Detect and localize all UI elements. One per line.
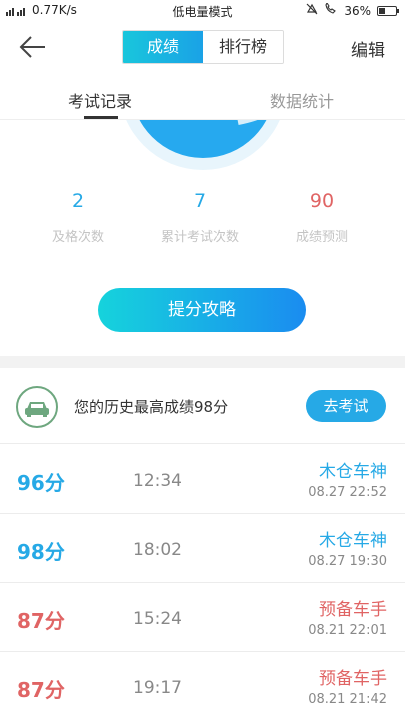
record-date: 08.21 22:01 — [308, 623, 387, 638]
stat-pass-count: 2 及格次数 — [18, 190, 138, 245]
arrow-left-icon — [19, 36, 45, 58]
record-score: 87分 — [17, 609, 65, 633]
take-exam-button[interactable]: 去考试 — [306, 390, 386, 422]
edit-button[interactable]: 编辑 — [351, 36, 385, 61]
record-duration: 12:34 — [133, 471, 182, 491]
record-score: 98分 — [17, 540, 65, 564]
mute-icon — [306, 3, 318, 18]
record-score: 96分 — [17, 471, 65, 495]
record-row[interactable]: 96分 12:34 木仓车神 08.27 22:52 — [0, 445, 405, 514]
stat-value: 90 — [309, 190, 335, 212]
score-gauge — [118, 120, 288, 172]
record-row[interactable]: 87分 15:24 预备车手 08.21 22:01 — [0, 583, 405, 652]
record-date: 08.27 22:52 — [308, 485, 387, 500]
tab-statistics[interactable]: 数据统计 — [270, 88, 334, 112]
back-button[interactable] — [18, 34, 48, 60]
record-duration: 15:24 — [133, 609, 182, 629]
record-level: 木仓车神 — [319, 462, 387, 482]
car-icon — [16, 386, 58, 428]
nav-header: 成绩 排行榜 编辑 — [0, 22, 405, 74]
record-duration: 19:17 — [133, 678, 182, 698]
segmented-control: 成绩 排行榜 — [122, 30, 284, 64]
tab-scores[interactable]: 成绩 — [123, 31, 203, 63]
record-date: 08.21 21:42 — [308, 692, 387, 707]
improve-tips-button[interactable]: 提分攻略 — [98, 288, 306, 332]
record-level: 预备车手 — [319, 600, 387, 620]
sub-tabs: 考试记录 数据统计 — [0, 74, 405, 120]
stat-score-prediction: 90 成绩预测 — [262, 190, 382, 245]
record-level: 预备车手 — [319, 669, 387, 689]
status-bar: 0.77K/s 低电量模式 36% — [0, 0, 405, 22]
record-score: 87分 — [17, 678, 65, 702]
battery-percent: 36% — [344, 3, 371, 18]
battery-icon — [377, 5, 399, 16]
tab-leaderboard[interactable]: 排行榜 — [203, 31, 283, 63]
record-level: 木仓车神 — [319, 531, 387, 551]
record-date: 08.27 19:30 — [308, 554, 387, 569]
section-divider — [0, 356, 405, 368]
active-tab-indicator — [84, 116, 118, 119]
stat-value: 7 — [193, 190, 207, 212]
call-icon — [324, 1, 338, 18]
stat-total-exams: 7 累计考试次数 — [140, 190, 260, 245]
best-score-text: 您的历史最高成绩98分 — [74, 398, 229, 416]
record-row[interactable]: 87分 19:17 预备车手 08.21 21:42 — [0, 652, 405, 720]
stat-label: 累计考试次数 — [160, 230, 239, 245]
tab-exam-records[interactable]: 考试记录 — [68, 88, 132, 112]
stat-label: 及格次数 — [51, 230, 104, 245]
stat-label: 成绩预测 — [295, 230, 348, 245]
best-score-card: 您的历史最高成绩98分 去考试 — [0, 368, 405, 444]
record-duration: 18:02 — [133, 540, 182, 560]
record-row[interactable]: 98分 18:02 木仓车神 08.27 19:30 — [0, 514, 405, 583]
stat-value: 2 — [71, 190, 85, 212]
